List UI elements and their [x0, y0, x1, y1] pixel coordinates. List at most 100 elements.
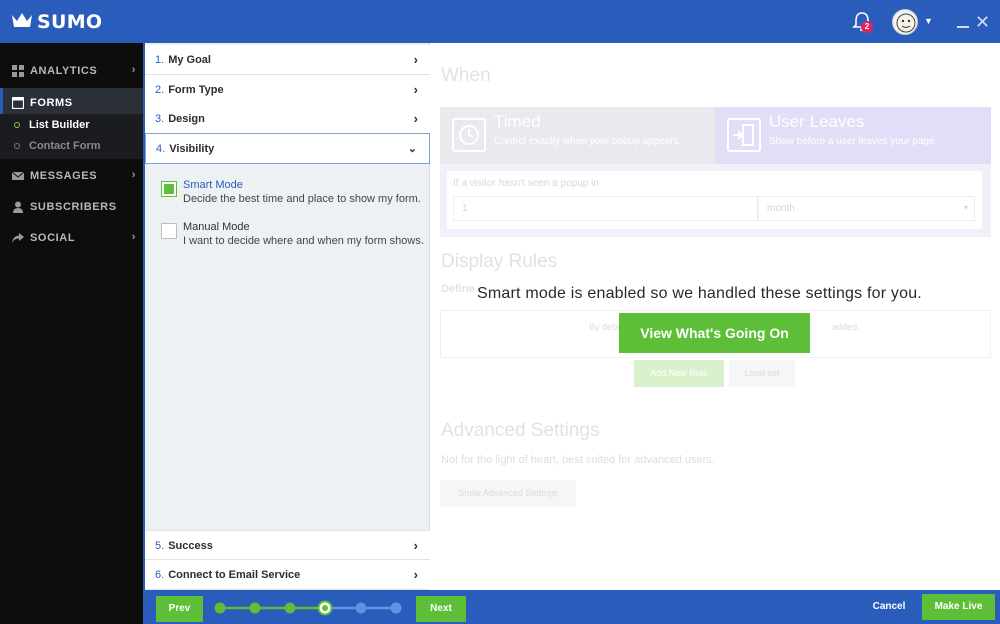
rules-text-start: By defa [589, 322, 620, 332]
sidebar-subitem-label: List Builder [29, 119, 90, 131]
next-button[interactable]: Next [416, 596, 466, 622]
sumo-logo[interactable]: SUMO [11, 11, 102, 33]
prev-button[interactable]: Prev [156, 596, 203, 622]
manual-mode-checkbox[interactable] [161, 223, 177, 239]
progress-step-1 [214, 602, 226, 614]
display-rules-subtitle: Define [441, 283, 475, 295]
visitor-count-input: 1 [453, 196, 758, 221]
step-success[interactable]: 5. Success › [145, 530, 430, 560]
advanced-settings-heading: Advanced Settings [441, 420, 600, 441]
person-icon [12, 201, 24, 213]
manual-mode-desc: I want to decide where and when my form … [183, 235, 424, 247]
step-label: Visibility [169, 143, 215, 155]
form-icon [11, 96, 25, 110]
rules-text-end: added. [832, 322, 860, 332]
user-leaves-desc: Show before a user leaves your page. [769, 136, 938, 147]
smart-mode-title: Smart Mode [183, 179, 243, 191]
progress-step-2 [249, 602, 261, 614]
step-label: Form Type [168, 84, 224, 96]
clock-icon [452, 118, 486, 152]
sidebar-item-label: MESSAGES [30, 170, 98, 182]
step-number: 1. [155, 54, 165, 66]
step-label: Design [168, 113, 205, 125]
select-caret-icon: ▾ [963, 203, 968, 212]
step-number: 5. [155, 540, 165, 552]
view-whats-going-on-button[interactable]: View What's Going On [619, 313, 810, 353]
step-progress [214, 600, 402, 616]
close-icon[interactable]: ✕ [975, 13, 990, 31]
chevron-right-icon: › [413, 82, 418, 97]
progress-step-3 [284, 602, 296, 614]
sidebar-item-label: SOCIAL [30, 232, 76, 244]
when-heading: When [441, 65, 491, 86]
brand-name: SUMO [37, 11, 103, 33]
step-number: 3. [155, 113, 165, 125]
step-label: Success [168, 540, 213, 552]
crown-icon [11, 12, 33, 33]
visitor-label: If a visitor hasn't seen a popup in [453, 178, 599, 189]
inactive-dot-icon [14, 143, 20, 149]
sidebar: ANALYTICS › FORMS List Builder Contact F… [0, 43, 143, 624]
timed-desc: Control exactly when your popup appears. [494, 136, 682, 147]
show-advanced-settings-button: Show Advanced Settings [440, 480, 576, 507]
smart-mode-message: Smart mode is enabled so we handled thes… [477, 285, 922, 302]
display-rules-heading: Display Rules [441, 251, 558, 272]
envelope-icon [11, 170, 25, 182]
timed-option: Timed Control exactly when your popup ap… [440, 107, 715, 164]
sidebar-item-messages[interactable]: MESSAGES › [0, 161, 143, 191]
chevron-right-icon: › [131, 231, 136, 243]
grid-icon [12, 65, 24, 77]
add-new-rule-button: Add New Rule [634, 360, 724, 387]
smart-mode-desc: Decide the best time and place to show m… [183, 193, 421, 205]
sidebar-item-analytics[interactable]: ANALYTICS › [0, 56, 143, 86]
step-my-goal[interactable]: 1. My Goal › [145, 45, 430, 75]
share-icon [12, 232, 24, 244]
step-number: 2. [155, 84, 165, 96]
steps-panel: 1. My Goal › 2. Form Type › 3. Design › 4. V… [143, 43, 430, 590]
notification-badge: 2 [861, 21, 873, 33]
sidebar-item-label: FORMS [30, 97, 73, 109]
smart-mode-checkbox[interactable] [161, 181, 177, 197]
step-connect-email[interactable]: 6. Connect to Email Service › [145, 560, 430, 590]
user-leaves-option: User Leaves Show before a user leaves yo… [715, 107, 991, 164]
step-form-type[interactable]: 2. Form Type › [145, 75, 430, 105]
progress-step-6 [390, 602, 402, 614]
cancel-button[interactable]: Cancel [865, 596, 913, 618]
minimize-icon[interactable] [957, 26, 969, 28]
chevron-right-icon: › [413, 567, 418, 582]
period-value: month [767, 203, 795, 214]
step-design[interactable]: 3. Design › [145, 104, 430, 134]
make-live-button[interactable]: Make Live [922, 594, 995, 620]
sidebar-subitem-contact-form[interactable]: Contact Form [14, 140, 101, 152]
sidebar-item-social[interactable]: SOCIAL › [0, 223, 143, 253]
step-visibility[interactable]: 4. Visibility ⌄ [145, 133, 430, 164]
caret-down-icon[interactable]: ▼ [924, 16, 933, 26]
chevron-right-icon: › [413, 538, 418, 553]
chevron-right-icon: › [131, 169, 136, 181]
step-number: 4. [156, 143, 166, 155]
period-select: month ▾ [758, 196, 975, 221]
avatar[interactable] [892, 9, 918, 35]
sidebar-subitem-list-builder[interactable]: List Builder [14, 119, 90, 131]
forms-submenu: List Builder Contact Form [0, 114, 143, 159]
top-bar: SUMO 2 ▼ ✕ [0, 0, 1000, 43]
bottom-bar: Prev Next Cancel Make Live [143, 590, 1000, 624]
load-set-button: Load set [729, 360, 795, 387]
advanced-settings-subtitle: Not for the light of heart, best suited … [441, 454, 715, 466]
step-label: My Goal [168, 54, 211, 66]
user-leaves-title: User Leaves [769, 112, 865, 131]
chevron-right-icon: › [413, 52, 418, 67]
sidebar-item-label: ANALYTICS [30, 65, 98, 77]
chevron-right-icon: › [131, 64, 136, 76]
sidebar-subitem-label: Contact Form [29, 140, 101, 152]
sidebar-item-label: SUBSCRIBERS [30, 201, 117, 213]
active-dot-icon [14, 122, 20, 128]
progress-step-5 [355, 602, 367, 614]
exit-door-icon [727, 118, 761, 152]
step-label: Connect to Email Service [168, 569, 301, 581]
chevron-down-icon: ⌄ [407, 143, 417, 155]
sidebar-item-subscribers[interactable]: SUBSCRIBERS [0, 192, 143, 222]
chevron-right-icon: › [413, 111, 418, 126]
manual-mode-title: Manual Mode [183, 221, 250, 233]
timed-title: Timed [494, 112, 541, 131]
